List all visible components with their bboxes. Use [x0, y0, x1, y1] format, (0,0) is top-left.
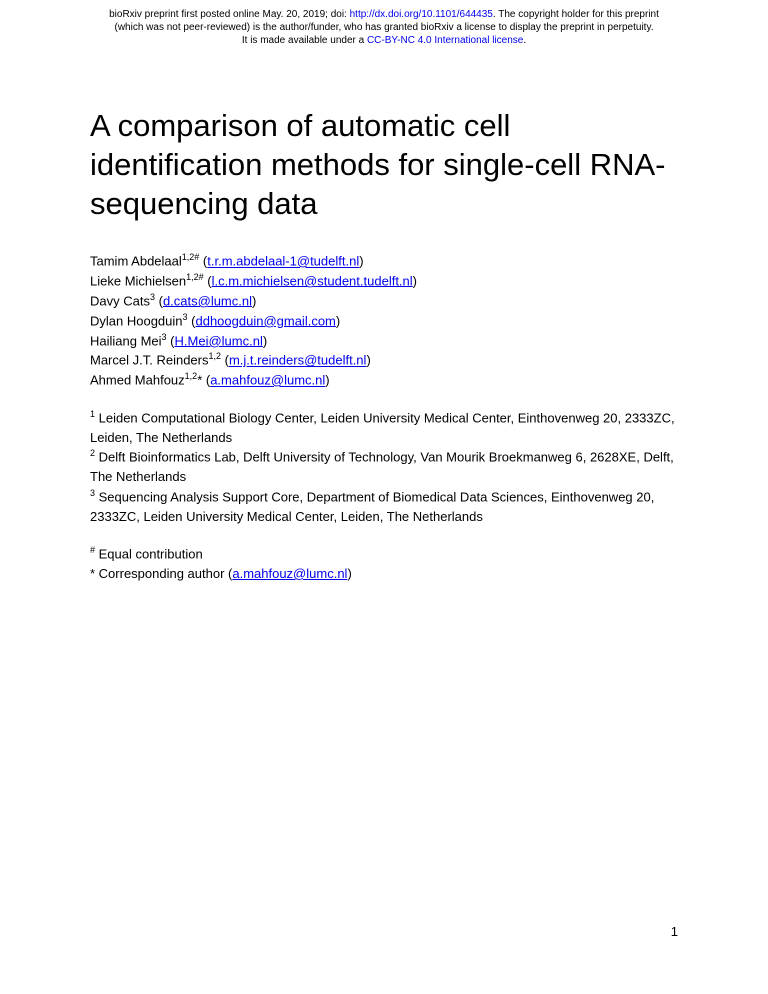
page-content: A comparison of automatic cell identific… — [0, 47, 768, 583]
preprint-line1-suffix: . The copyright holder for this preprint — [493, 9, 659, 20]
corresponding-email-link[interactable]: a.mahfouz@lumc.nl — [232, 566, 347, 581]
author-email-link[interactable]: d.cats@lumc.nl — [163, 293, 252, 308]
author-sup: 3 — [150, 292, 155, 302]
author-line: Ahmed Mahfouz1,2* (a.mahfouz@lumc.nl) — [90, 370, 678, 390]
affiliation-line: 3 Sequencing Analysis Support Core, Depa… — [90, 487, 678, 526]
page-number: 1 — [671, 924, 678, 939]
preprint-line3-prefix: It is made available under a — [242, 35, 367, 46]
author-line: Davy Cats3 (d.cats@lumc.nl) — [90, 291, 678, 311]
author-sup: 1,2 — [185, 371, 198, 381]
author-name: Hailiang Mei — [90, 333, 162, 348]
author-name: Ahmed Mahfouz — [90, 373, 185, 388]
author-line: Dylan Hoogduin3 (ddhoogduin@gmail.com) — [90, 311, 678, 331]
affiliation-line: 2 Delft Bioinformatics Lab, Delft Univer… — [90, 447, 678, 486]
author-line: Hailiang Mei3 (H.Mei@lumc.nl) — [90, 331, 678, 351]
author-suffix: * — [197, 373, 202, 388]
corresponding-prefix: * Corresponding author ( — [90, 566, 232, 581]
author-sup: 1,2# — [182, 252, 200, 262]
author-name: Tamim Abdelaal — [90, 254, 182, 269]
corresponding-author-note: * Corresponding author (a.mahfouz@lumc.n… — [90, 564, 678, 584]
affiliation-text: Leiden Computational Biology Center, Lei… — [90, 410, 675, 445]
preprint-line2: (which was not peer-reviewed) is the aut… — [115, 22, 654, 33]
author-name: Dylan Hoogduin — [90, 313, 183, 328]
author-sup: 1,2# — [186, 272, 204, 282]
preprint-line1-prefix: bioRxiv preprint first posted online May… — [109, 9, 350, 20]
author-email-link[interactable]: ddhoogduin@gmail.com — [195, 313, 335, 328]
author-email-link[interactable]: t.r.m.abdelaal-1@tudelft.nl — [207, 254, 359, 269]
preprint-line3-suffix: . — [523, 35, 526, 46]
equal-text: Equal contribution — [95, 546, 203, 561]
author-email-link[interactable]: l.c.m.michielsen@student.tudelft.nl — [212, 273, 413, 288]
author-email-link[interactable]: a.mahfouz@lumc.nl — [210, 373, 325, 388]
paper-title: A comparison of automatic cell identific… — [90, 107, 678, 223]
author-email-link[interactable]: H.Mei@lumc.nl — [175, 333, 263, 348]
equal-contribution-note: # Equal contribution — [90, 544, 678, 564]
affiliation-text: Sequencing Analysis Support Core, Depart… — [90, 489, 654, 524]
author-line: Marcel J.T. Reinders1,2 (m.j.t.reinders@… — [90, 350, 678, 370]
author-name: Lieke Michielsen — [90, 273, 186, 288]
author-sup: 3 — [162, 332, 167, 342]
corresponding-suffix: ) — [347, 566, 351, 581]
preprint-notice: bioRxiv preprint first posted online May… — [0, 0, 768, 47]
author-sup: 1,2 — [208, 351, 221, 361]
authors-block: Tamim Abdelaal1,2# (t.r.m.abdelaal-1@tud… — [90, 251, 678, 390]
author-line: Lieke Michielsen1,2# (l.c.m.michielsen@s… — [90, 271, 678, 291]
doi-link[interactable]: http://dx.doi.org/10.1101/644435 — [350, 9, 493, 20]
affiliation-text: Delft Bioinformatics Lab, Delft Universi… — [90, 450, 674, 485]
affiliations-block: 1 Leiden Computational Biology Center, L… — [90, 408, 678, 526]
author-name: Davy Cats — [90, 293, 150, 308]
author-name: Marcel J.T. Reinders — [90, 353, 208, 368]
affiliation-line: 1 Leiden Computational Biology Center, L… — [90, 408, 678, 447]
author-email-link[interactable]: m.j.t.reinders@tudelft.nl — [229, 353, 366, 368]
author-line: Tamim Abdelaal1,2# (t.r.m.abdelaal-1@tud… — [90, 251, 678, 271]
notes-block: # Equal contribution * Corresponding aut… — [90, 544, 678, 583]
author-sup: 3 — [183, 312, 188, 322]
license-link[interactable]: CC-BY-NC 4.0 International license — [367, 35, 523, 46]
